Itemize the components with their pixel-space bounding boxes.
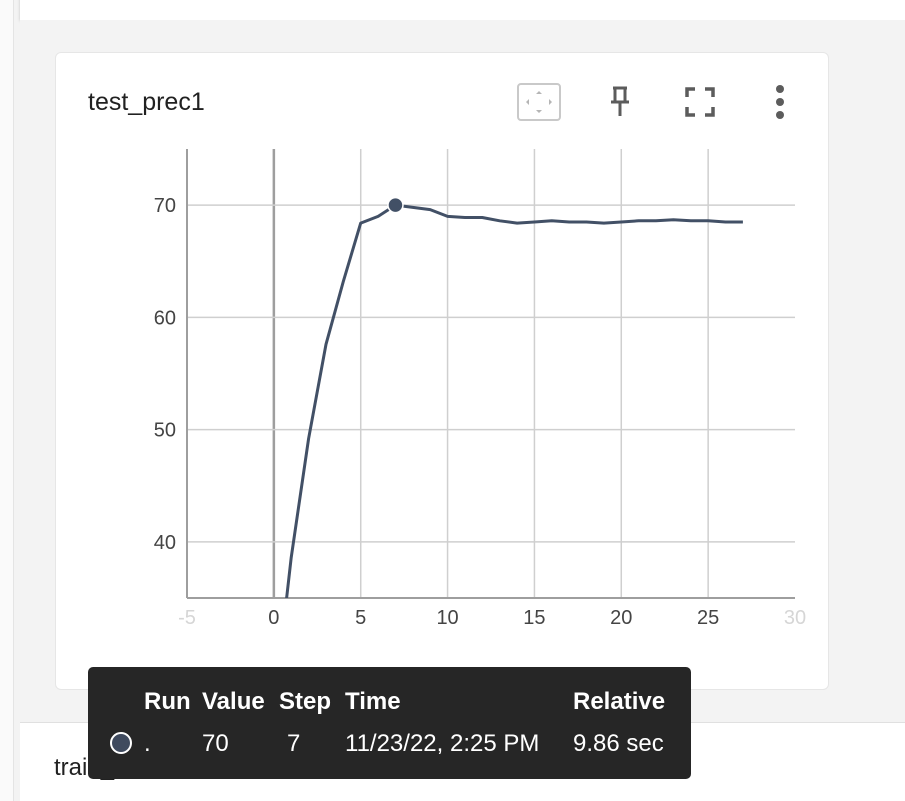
- x-tick-label: 25: [697, 607, 719, 629]
- x-tick-label: 5: [355, 607, 366, 629]
- highlight-point: [387, 196, 404, 214]
- y-tick-label: 60: [154, 307, 176, 329]
- tooltip-header-time: Time: [345, 688, 401, 715]
- tooltip-header-relative: Relative: [573, 688, 666, 715]
- x-tick-label: 20: [610, 607, 632, 629]
- tooltip-time: 11/23/22, 2:25 PM: [345, 730, 540, 757]
- x-tick-label: -5: [178, 607, 196, 629]
- x-tick-label: 30: [784, 607, 806, 629]
- tooltip-header-value: Value: [202, 688, 265, 715]
- x-tick-label: 10: [436, 607, 458, 629]
- run-color-dot: [110, 732, 132, 754]
- tooltip-relative: 9.86 sec: [573, 730, 664, 757]
- tooltip-step: 7: [287, 730, 301, 757]
- tooltip-value: 70: [202, 730, 229, 757]
- x-tick-label: 0: [268, 607, 279, 629]
- y-tick-label: 50: [154, 420, 176, 442]
- y-tick-label: 70: [154, 195, 176, 217]
- data-tooltip: Run Value Step Time Relative . 70 7 11/2…: [88, 667, 691, 779]
- tooltip-header-run: Run: [144, 688, 191, 715]
- y-tick-label: 40: [154, 532, 176, 554]
- tooltip-header-step: Step: [279, 688, 332, 715]
- tooltip-run: .: [144, 730, 151, 757]
- series-line: [285, 203, 743, 598]
- x-tick-label: 15: [523, 607, 545, 629]
